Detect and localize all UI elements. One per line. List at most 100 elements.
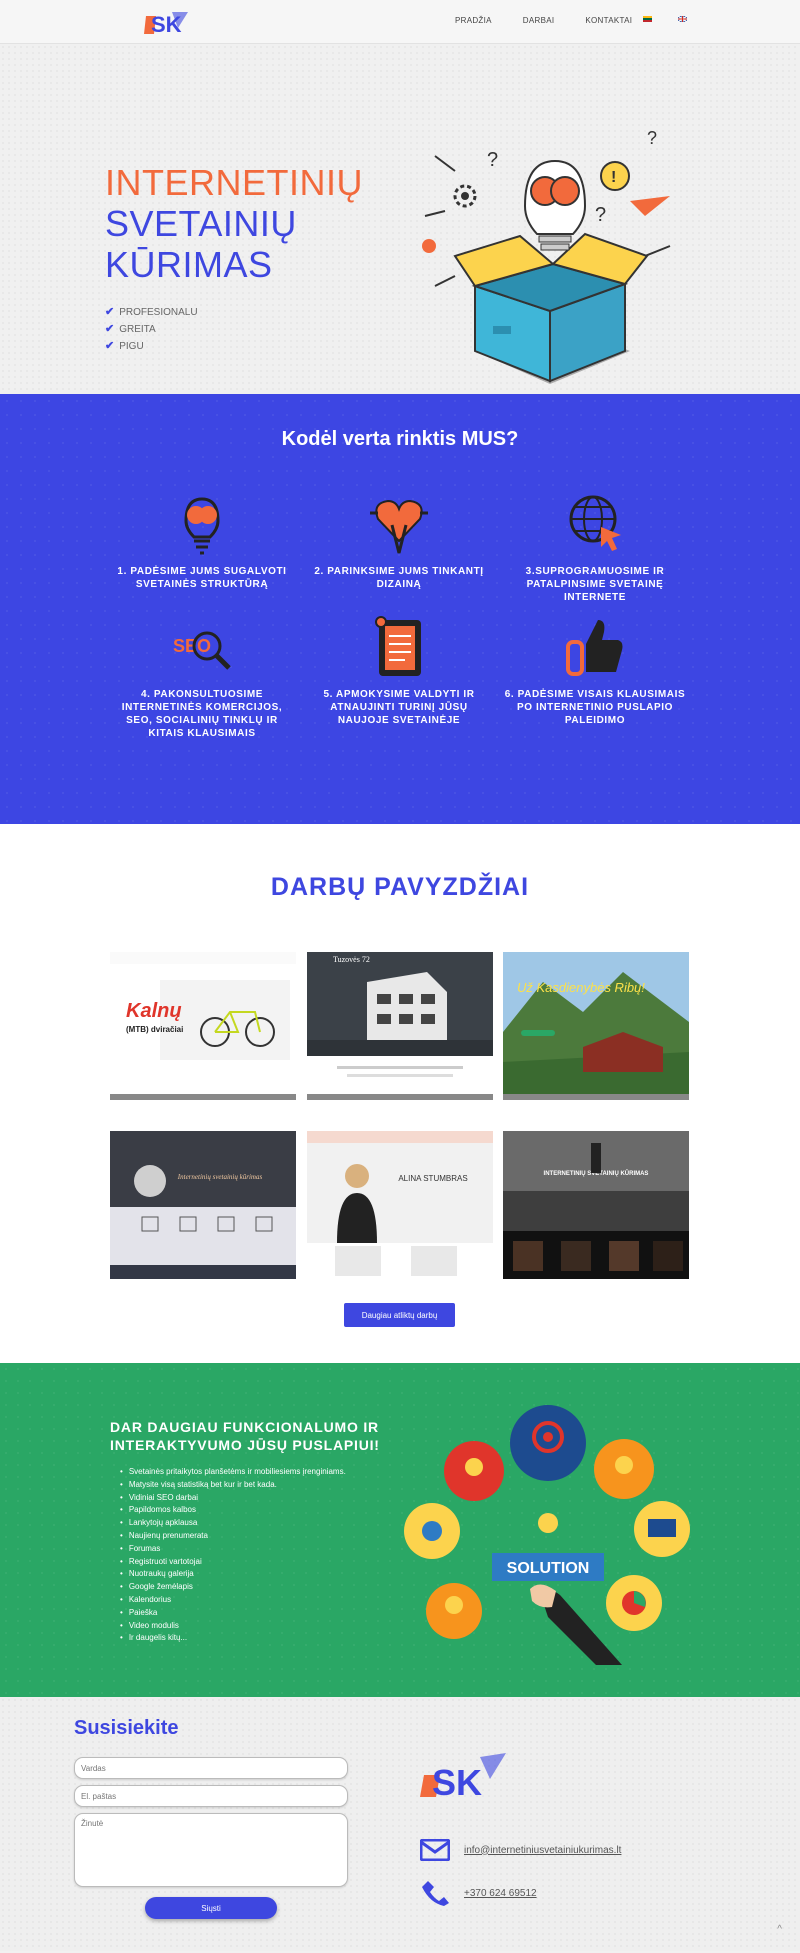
portfolio-item-cabin[interactable]: Už Kasdienybės Ribų! bbox=[503, 952, 689, 1100]
hero-benefit: ✔ PROFESIONALU bbox=[105, 306, 198, 318]
extra-features-section: DAR DAUGIAU FUNKCIONALUMO IR INTERAKTYVU… bbox=[0, 1363, 800, 1697]
feature-label: 4. PAKONSULTUOSIME INTERNETINĖS KOMERCIJ… bbox=[121, 689, 283, 739]
portfolio-section: DARBŲ PAVYZDŽIAI Kalnų (MTB) dviračiai T… bbox=[0, 824, 800, 1363]
contact-email-row: info@internetiniusvetainiukurimas.lt bbox=[420, 1839, 621, 1861]
check-icon: ✔ bbox=[105, 323, 115, 335]
list-item: Kalendorius bbox=[120, 1594, 346, 1607]
portfolio-screenshot: Kalnų (MTB) dviračiai bbox=[110, 952, 296, 1100]
extra-features-list: Svetainės pritaikytos planšetėms ir mobi… bbox=[120, 1466, 346, 1645]
list-item: Forumas bbox=[120, 1543, 346, 1556]
hero-benefits-list: ✔ PROFESIONALU ✔ GREITA ✔ PIGU bbox=[105, 304, 198, 355]
portfolio-screenshot: Tuzovės 72 bbox=[307, 952, 493, 1100]
portfolio-item-building[interactable]: Tuzovės 72 bbox=[307, 952, 493, 1100]
scroll-top-icon[interactable]: ^ bbox=[777, 1924, 782, 1935]
svg-text:Internetinių svetainių kūrimas: Internetinių svetainių kūrimas bbox=[177, 1173, 263, 1181]
idea-box-illustration: ! ? ? ? bbox=[422, 128, 671, 384]
check-icon: ✔ bbox=[105, 340, 115, 352]
portfolio-item-alina[interactable]: ALINA STUMBRAS bbox=[307, 1131, 493, 1279]
send-button[interactable]: Siųsti bbox=[145, 1897, 277, 1919]
feature-label: 2. PARINKSIME JUMS TINKANTĮ DIZAINĄ bbox=[314, 566, 484, 590]
svg-text:(MTB) dviračiai: (MTB) dviračiai bbox=[126, 1025, 183, 1034]
svg-text:?: ? bbox=[595, 204, 606, 226]
envelope-icon bbox=[420, 1839, 450, 1861]
svg-text:?: ? bbox=[487, 149, 498, 171]
contact-title: Susisiekite bbox=[74, 1717, 179, 1739]
contact-email-link[interactable]: info@internetiniusvetainiukurimas.lt bbox=[464, 1845, 621, 1856]
portfolio-screenshot: INTERNETINIŲ SVETAINIŲ KŪRIMAS bbox=[503, 1131, 689, 1279]
contact-phone-link[interactable]: +370 624 69512 bbox=[464, 1888, 537, 1899]
nav-link-darbai[interactable]: DARBAI bbox=[523, 16, 555, 25]
why-us-title: Kodėl verta rinktis MUS? bbox=[281, 428, 519, 450]
svg-text:SK: SK bbox=[432, 1762, 482, 1803]
why-us-section: Kodėl verta rinktis MUS? 1. PADĖSIME JUM… bbox=[0, 394, 800, 824]
globe-cursor-icon bbox=[569, 495, 621, 551]
feature-label: 1. PADĖSIME JUMS SUGALVOTI SVETAINĖS STR… bbox=[117, 566, 287, 590]
portfolio-screenshot: Internetinių svetainių kūrimas bbox=[110, 1131, 296, 1279]
feature-label: 3.SUPROGRAMUOSIME IR PATALPINSIME SVETAI… bbox=[525, 566, 665, 603]
portfolio-item-coffee[interactable]: Internetinių svetainių kūrimas bbox=[110, 1131, 296, 1279]
list-item: Nuotraukų galerija bbox=[120, 1568, 346, 1581]
nav-link-kontaktai[interactable]: KONTAKTAI bbox=[585, 16, 632, 25]
main-menu: PRADŽIA DARBAI KONTAKTAI bbox=[455, 16, 663, 25]
list-item: Naujienų prenumerata bbox=[120, 1530, 346, 1543]
list-item: Papildomos kalbos bbox=[120, 1504, 346, 1517]
thumbs-up-icon bbox=[566, 620, 623, 676]
list-item: Ir daugelis kitų... bbox=[120, 1632, 346, 1645]
solution-illustration: SOLUTION bbox=[404, 1405, 690, 1665]
feature-programming: 3.SUPROGRAMUOSIME IR PATALPINSIME SVETAI… bbox=[500, 491, 690, 604]
hero-benefit: ✔ GREITA bbox=[105, 323, 156, 335]
hero-benefit: ✔ PIGU bbox=[105, 340, 144, 352]
list-item: Matysite visą statistiką bet kur ir bet … bbox=[120, 1479, 346, 1492]
feature-training: 5. APMOKYSIME VALDYTI IR ATNAUJINTI TURI… bbox=[304, 614, 494, 727]
feature-support: 6. PADĖSIME VISAIS KLAUSIMAIS PO INTERNE… bbox=[500, 614, 690, 727]
portfolio-screenshot: ALINA STUMBRAS bbox=[307, 1131, 493, 1279]
list-item: Lankytojų apklausa bbox=[120, 1517, 346, 1530]
lithuanian-flag-icon[interactable] bbox=[643, 16, 652, 22]
contact-section: Susisiekite Siųsti SK info@internetinius… bbox=[0, 1697, 800, 1951]
more-works-button[interactable]: Daugiau atliktų darbų bbox=[344, 1303, 455, 1327]
hero-section: INTERNETINIŲ SVETAINIŲ KŪRIMAS ✔ PROFESIO… bbox=[0, 44, 800, 394]
name-field[interactable] bbox=[74, 1757, 348, 1779]
site-logo[interactable]: SK bbox=[142, 8, 190, 38]
list-item: Registruoti vartotojai bbox=[120, 1556, 346, 1569]
portfolio-item-bikes[interactable]: Kalnų (MTB) dviračiai bbox=[110, 952, 296, 1100]
svg-text:!: ! bbox=[611, 169, 616, 186]
hero-title-line2: SVETAINIŲ bbox=[105, 203, 297, 244]
feature-design: 2. PARINKSIME JUMS TINKANTĮ DIZAINĄ bbox=[304, 491, 494, 591]
hero-title-line1: INTERNETINIŲ bbox=[105, 162, 363, 203]
footer-logo: SK bbox=[420, 1753, 506, 1803]
nav-link-pradzia[interactable]: PRADŽIA bbox=[455, 16, 492, 25]
heart-pen-icon bbox=[370, 499, 428, 554]
brain-bulb-icon bbox=[184, 497, 220, 555]
message-field[interactable] bbox=[74, 1813, 348, 1887]
feature-consulting: SEO 4. PAKONSULTUOSIME INTERNETINĖS KOME… bbox=[107, 614, 297, 740]
feature-label: 6. PADĖSIME VISAIS KLAUSIMAIS PO INTERNE… bbox=[504, 689, 686, 726]
svg-text:Kalnų: Kalnų bbox=[126, 1000, 182, 1022]
hero-title-line3: KŪRIMAS bbox=[105, 244, 273, 285]
list-item: Vidiniai SEO darbai bbox=[120, 1492, 346, 1505]
portfolio-screenshot: Už Kasdienybės Ribų! bbox=[503, 952, 689, 1100]
feature-structure: 1. PADĖSIME JUMS SUGALVOTI SVETAINĖS STR… bbox=[107, 491, 297, 591]
document-clip-icon bbox=[375, 616, 421, 676]
seo-magnifier-icon: SEO bbox=[173, 631, 231, 670]
phone-icon bbox=[422, 1881, 449, 1906]
portfolio-item-dark[interactable]: INTERNETINIŲ SVETAINIŲ KŪRIMAS bbox=[503, 1131, 689, 1279]
list-item: Paieška bbox=[120, 1607, 346, 1620]
svg-text:?: ? bbox=[647, 128, 657, 148]
list-item: Svetainės pritaikytos planšetėms ir mobi… bbox=[120, 1466, 346, 1479]
email-field[interactable] bbox=[74, 1785, 348, 1807]
hero-title: INTERNETINIŲ SVETAINIŲ KŪRIMAS bbox=[105, 162, 363, 285]
svg-text:Tuzovės 72: Tuzovės 72 bbox=[333, 955, 370, 964]
portfolio-title: DARBŲ PAVYZDŽIAI bbox=[270, 873, 530, 901]
english-flag-icon[interactable] bbox=[678, 16, 687, 22]
svg-text:ALINA STUMBRAS: ALINA STUMBRAS bbox=[398, 1174, 467, 1183]
svg-text:Už Kasdienybės Ribų!: Už Kasdienybės Ribų! bbox=[517, 980, 645, 995]
list-item: Video modulis bbox=[120, 1620, 346, 1633]
extra-features-title: DAR DAUGIAU FUNKCIONALUMO IR INTERAKTYVU… bbox=[110, 1419, 380, 1453]
list-item: Google žemėlapis bbox=[120, 1581, 346, 1594]
svg-text:SEO: SEO bbox=[173, 636, 211, 656]
check-icon: ✔ bbox=[105, 306, 115, 318]
svg-text:SOLUTION: SOLUTION bbox=[507, 1560, 590, 1577]
top-navigation: SK PRADŽIA DARBAI KONTAKTAI bbox=[0, 0, 800, 44]
contact-phone-row: +370 624 69512 bbox=[420, 1879, 537, 1907]
